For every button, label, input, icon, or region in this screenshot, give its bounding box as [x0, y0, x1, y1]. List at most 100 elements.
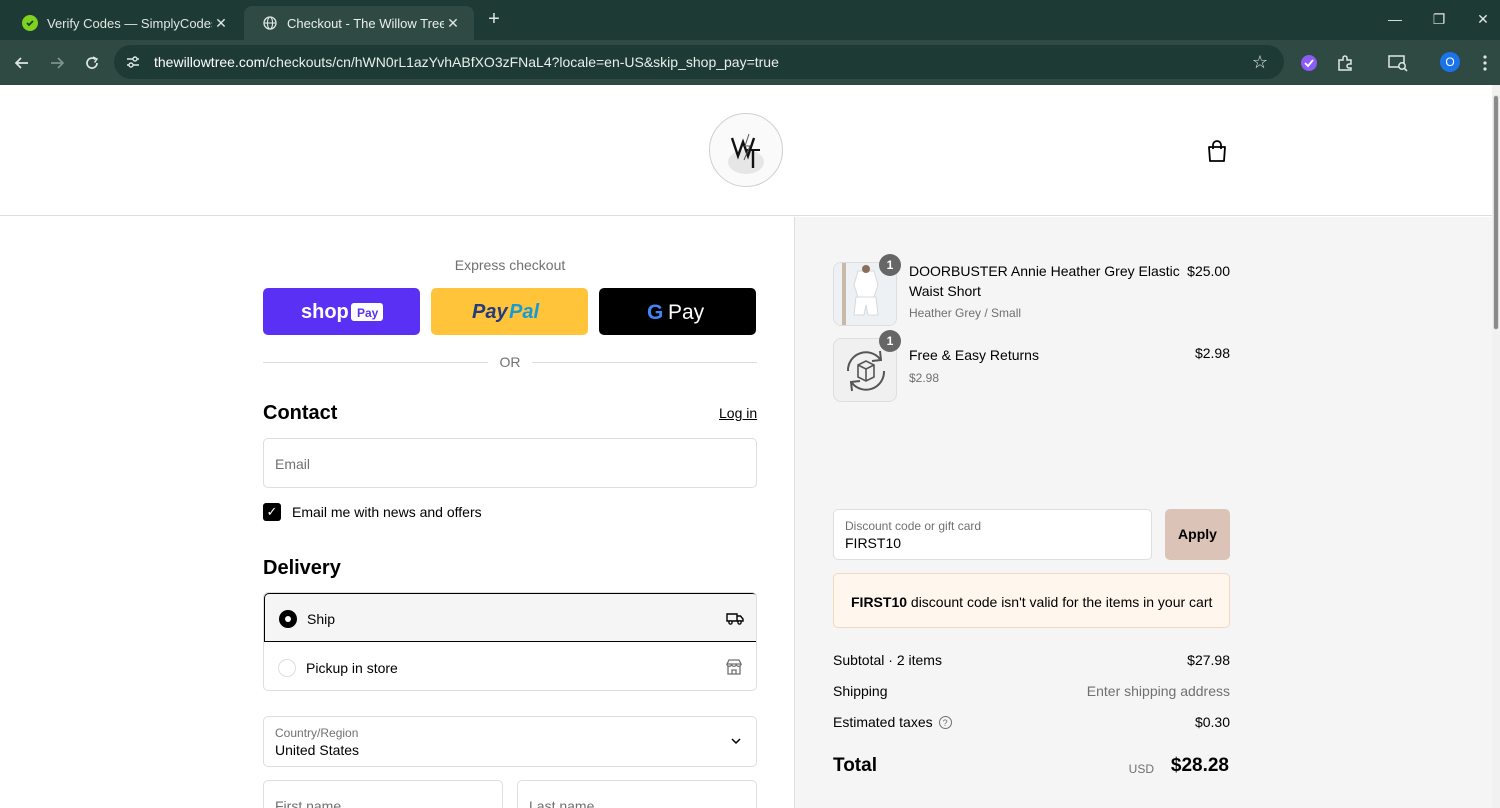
close-window-icon[interactable]: ✕ — [1461, 6, 1500, 32]
scrollbar-thumb[interactable] — [1493, 95, 1499, 330]
total-value: $28.28 — [1170, 755, 1229, 776]
url-path: /checkouts/cn/hWN0rL1azYvhABfXO3zFNaL4?l… — [265, 54, 779, 70]
google-pay-button[interactable]: G Pay — [599, 288, 756, 335]
line-item: 1 DOORBUSTER Annie Heather Grey Elastic … — [833, 254, 1230, 332]
delivery-method-group: Ship Pickup in store — [263, 592, 757, 691]
checkout-form-column: Express checkout shop Pay Pay Pal G Pay … — [0, 217, 794, 808]
line-item: 1 Free & Easy Returns $2.98 $2.98 — [833, 330, 1230, 408]
item-variant: Heather Grey / Small — [909, 306, 1022, 320]
country-value: United States — [275, 742, 360, 758]
minimize-icon[interactable]: — — [1373, 6, 1417, 32]
total-label: Total — [833, 755, 877, 776]
apply-discount-button[interactable]: Apply — [1165, 509, 1230, 560]
last-name-field[interactable]: Last name — [517, 780, 757, 808]
browser-tab-simplycodes[interactable]: Verify Codes — SimplyCodes ✕ — [4, 6, 242, 40]
profile-avatar[interactable]: O — [1440, 52, 1460, 72]
newsletter-label: Email me with news and offers — [292, 504, 482, 520]
order-summary-column: 1 DOORBUSTER Annie Heather Grey Elastic … — [794, 217, 1492, 808]
country-select[interactable]: Country/Region United States — [263, 716, 757, 767]
item-price: $2.98 — [1194, 345, 1230, 361]
chevron-down-icon — [729, 734, 743, 748]
back-arrow-icon[interactable] — [9, 50, 35, 76]
globe-icon — [262, 15, 278, 31]
contact-heading: Contact — [263, 402, 338, 424]
item-name-line1: Free & Easy Returns — [909, 347, 1039, 363]
url-host: thewillowtree.com — [154, 54, 266, 70]
or-label: OR — [488, 354, 532, 370]
truck-icon — [726, 609, 744, 627]
pickup-radio[interactable] — [278, 659, 296, 677]
svg-text:Pay: Pay — [472, 301, 508, 323]
svg-text:Pay: Pay — [668, 301, 705, 324]
tab-title: Checkout - The Willow Tree Bou — [287, 15, 444, 31]
extension-purple-icon[interactable] — [1296, 50, 1322, 76]
pickup-label: Pickup in store — [306, 660, 398, 676]
taxes-value: $0.30 — [1194, 714, 1230, 730]
discount-error-message: discount code isn't valid for the items … — [907, 594, 1213, 610]
first-name-field[interactable]: First name — [263, 780, 503, 808]
site-info-icon[interactable] — [124, 53, 142, 71]
extensions-puzzle-icon[interactable] — [1332, 50, 1358, 76]
item-name-line1: DOORBUSTER Annie Heather Grey Elastic — [909, 263, 1180, 279]
shop-pay-logo-icon: shop Pay — [301, 301, 383, 323]
total-currency: USD — [1128, 762, 1154, 776]
quantity-badge: 1 — [879, 254, 901, 276]
email-placeholder: Email — [275, 456, 311, 472]
shop-pay-button[interactable]: shop Pay — [263, 288, 420, 335]
page-scrollbar[interactable] — [1492, 85, 1500, 808]
checkout-page: Express checkout shop Pay Pay Pal G Pay … — [0, 85, 1492, 808]
email-field[interactable]: Email — [263, 438, 757, 488]
delivery-option-pickup[interactable]: Pickup in store — [264, 643, 756, 690]
last-name-placeholder: Last name — [529, 798, 595, 808]
browser-tab-bar: Verify Codes — SimplyCodes ✕ Checkout - … — [0, 0, 1500, 40]
browser-toolbar: thewillowtree.com/checkouts/cn/hWN0rL1az… — [0, 40, 1500, 85]
quantity-badge: 1 — [879, 330, 901, 352]
close-tab-icon[interactable]: ✕ — [212, 15, 230, 32]
restore-icon[interactable]: ❐ — [1417, 6, 1461, 32]
discount-error-notice: FIRST10 discount code isn't valid for th… — [833, 573, 1230, 628]
express-checkout-label: Express checkout — [454, 257, 566, 273]
store-icon — [725, 658, 743, 676]
bookmark-star-icon[interactable]: ☆ — [1250, 52, 1270, 72]
item-name-line2: Waist Short — [909, 283, 981, 299]
discount-code-field[interactable]: Discount code or gift card FIRST10 — [833, 509, 1152, 560]
shipping-value: Enter shipping address — [1086, 683, 1230, 699]
new-tab-button[interactable]: + — [482, 8, 506, 32]
shipping-label: Shipping — [833, 683, 888, 699]
item-variant: $2.98 — [909, 371, 940, 385]
discount-label: Discount code or gift card — [845, 519, 982, 533]
login-link[interactable]: Log in — [719, 405, 757, 421]
browser-menu-icon[interactable] — [1472, 50, 1498, 76]
google-pay-logo-icon: G Pay — [647, 301, 705, 324]
browser-tab-checkout[interactable]: Checkout - The Willow Tree Bou ✕ — [244, 6, 474, 40]
svg-text:G: G — [647, 301, 663, 324]
taxes-label-wrap: Estimated taxes? — [833, 714, 952, 730]
help-question-icon[interactable]: ? — [938, 716, 952, 729]
item-price: $25.00 — [1187, 263, 1230, 279]
delivery-option-ship[interactable]: Ship — [264, 593, 756, 642]
paypal-button[interactable]: Pay Pal — [431, 288, 588, 335]
address-bar[interactable]: thewillowtree.com/checkouts/cn/hWN0rL1az… — [114, 45, 1284, 79]
forward-arrow-icon[interactable] — [44, 50, 70, 76]
discount-error-text: FIRST10 discount code isn't valid for th… — [851, 594, 1212, 610]
url-text[interactable]: thewillowtree.com/checkouts/cn/hWN0rL1az… — [154, 54, 779, 70]
delivery-heading: Delivery — [263, 557, 341, 579]
svg-text:shop: shop — [301, 301, 349, 323]
subtotal-value: $27.98 — [1187, 652, 1230, 668]
cast-search-icon[interactable] — [1385, 50, 1411, 76]
shopping-bag-icon[interactable] — [1206, 139, 1228, 163]
discount-error-code: FIRST10 — [851, 594, 908, 610]
country-label: Country/Region — [275, 726, 359, 740]
first-name-placeholder: First name — [275, 798, 342, 808]
willow-tree-logo[interactable] — [709, 113, 783, 187]
close-tab-icon[interactable]: ✕ — [444, 15, 462, 32]
svg-text:Pay: Pay — [357, 306, 379, 320]
reload-icon[interactable] — [79, 50, 105, 76]
paypal-logo-icon: Pay Pal — [472, 301, 539, 323]
newsletter-checkbox[interactable]: ✓ — [263, 503, 281, 521]
discount-value: FIRST10 — [845, 535, 902, 551]
simplycodes-favicon-icon — [22, 15, 38, 31]
ship-radio[interactable] — [279, 610, 297, 628]
taxes-label: Estimated taxes — [833, 714, 933, 730]
subtotal-label: Subtotal · 2 items — [833, 652, 942, 668]
